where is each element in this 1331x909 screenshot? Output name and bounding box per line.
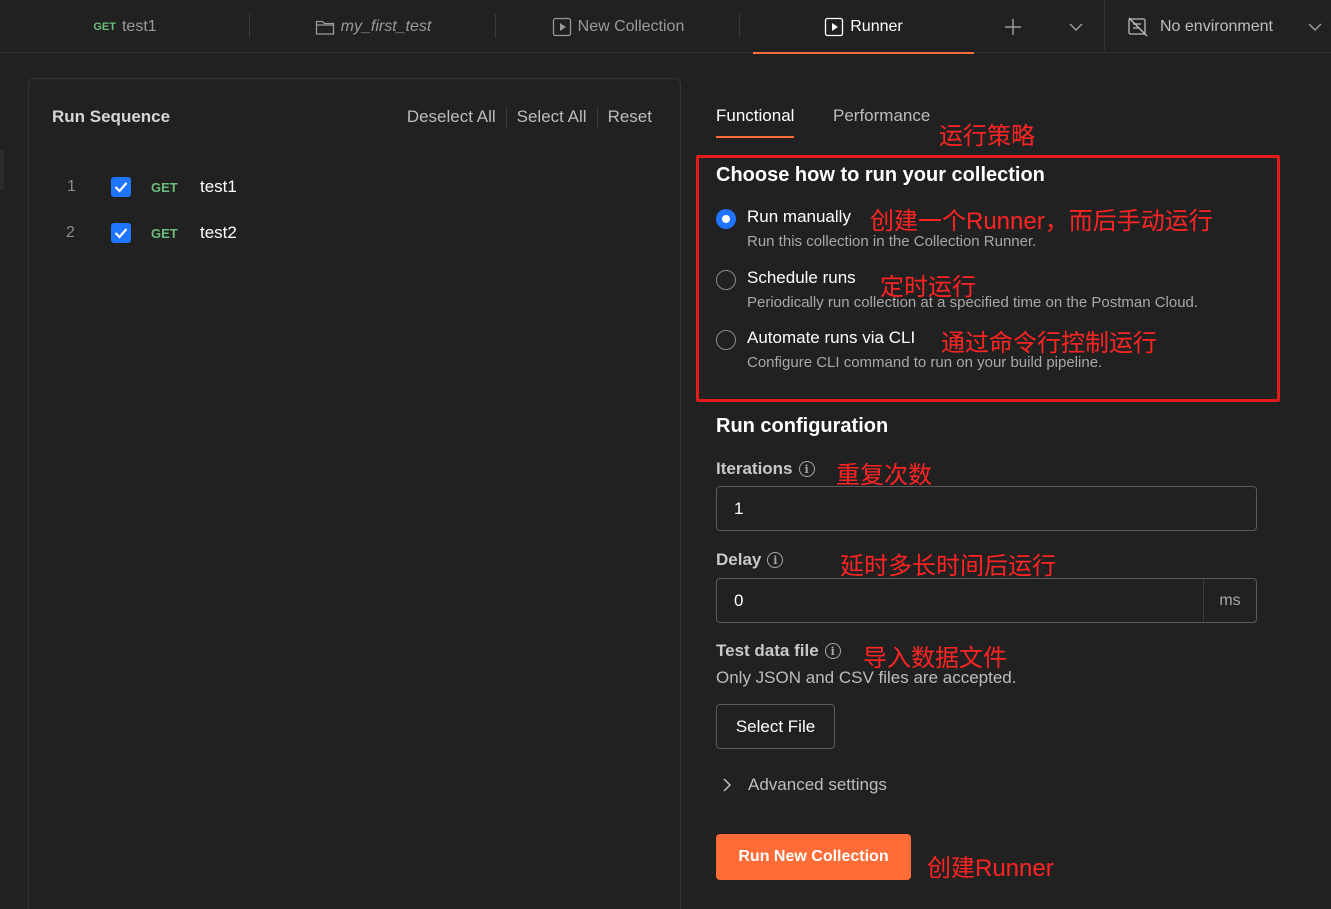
iterations-value: 1 xyxy=(734,498,744,518)
tab-bar: GET test1 my_first_test New Collection R… xyxy=(0,0,1331,54)
check-icon xyxy=(114,228,128,239)
annotation-iterations: 重复次数 xyxy=(836,462,932,489)
tab-label: Runner xyxy=(850,17,903,35)
info-icon[interactable]: i xyxy=(767,552,784,568)
test-data-file-label: Test data file i xyxy=(716,641,841,661)
delay-unit: ms xyxy=(1203,579,1256,622)
option-label: Schedule runs xyxy=(747,268,856,287)
sidebar-edge xyxy=(0,150,4,190)
radio-button[interactable] xyxy=(716,209,736,229)
radio-button[interactable] xyxy=(716,330,736,350)
tab-functional[interactable]: Functional xyxy=(716,106,795,138)
new-tab-button[interactable] xyxy=(997,0,1029,53)
sequence-method: GET xyxy=(151,179,178,195)
tab-performance[interactable]: Performance xyxy=(833,106,930,126)
chevron-down-icon xyxy=(1308,22,1322,32)
sequence-method: GET xyxy=(151,225,178,241)
no-environment-icon xyxy=(1127,16,1149,38)
plus-icon xyxy=(1004,18,1022,36)
sequence-index: 2 xyxy=(66,224,75,241)
info-icon[interactable]: i xyxy=(824,643,841,659)
tab-collection-my-first-test[interactable]: my_first_test xyxy=(250,0,496,53)
delay-label-text: Delay xyxy=(716,550,762,569)
play-icon xyxy=(552,17,572,37)
tab-label: test1 xyxy=(121,17,157,35)
annotation-cli: 通过命令行控制运行 xyxy=(941,330,1157,357)
chevron-right-icon xyxy=(722,778,732,792)
tab-label: New Collection xyxy=(577,17,685,35)
run-configuration-title: Run configuration xyxy=(716,415,889,437)
iterations-label: Iterations i xyxy=(716,459,815,479)
annotation-schedule: 定时运行 xyxy=(880,274,976,301)
tab-new-collection[interactable]: New Collection xyxy=(496,0,740,53)
run-sequence-title: Run Sequence xyxy=(52,107,171,126)
tab-label: my_first_test xyxy=(340,17,432,35)
annotation-create: 创建Runner xyxy=(927,855,1054,882)
annotation-manual: 创建一个Runner，而后手动运行 xyxy=(870,208,1213,235)
sequence-index: 1 xyxy=(67,178,76,195)
folder-icon xyxy=(315,18,335,36)
chevron-down-icon xyxy=(1069,22,1083,32)
tab-request-test1[interactable]: GET test1 xyxy=(0,0,250,53)
environment-selector[interactable]: No environment xyxy=(1104,0,1331,53)
play-icon xyxy=(824,17,844,37)
annotation-delay: 延时多长时间后运行 xyxy=(840,553,1056,580)
run-sequence-actions: Deselect All Select All Reset xyxy=(397,106,652,128)
run-sequence-panel: Run Sequence Deselect All Select All Res… xyxy=(28,78,681,909)
advanced-settings-label: Advanced settings xyxy=(748,775,887,794)
delay-value: 0 xyxy=(734,590,744,610)
run-collection-button[interactable]: Run New Collection xyxy=(716,834,911,880)
option-label: Automate runs via CLI xyxy=(747,328,916,347)
advanced-settings-toggle[interactable]: Advanced settings xyxy=(722,775,887,795)
tab-runner[interactable]: Runner xyxy=(753,0,974,54)
iterations-input[interactable]: 1 xyxy=(716,486,1257,531)
sequence-item[interactable]: 1 GET test1 xyxy=(57,172,657,202)
test-data-hint: Only JSON and CSV files are accepted. xyxy=(716,668,1017,687)
check-icon xyxy=(114,182,128,193)
environment-label: No environment xyxy=(1160,17,1273,35)
tab-method: GET xyxy=(93,20,116,33)
deselect-all-button[interactable]: Deselect All xyxy=(397,107,506,127)
sequence-checkbox[interactable] xyxy=(111,177,131,197)
tab-list-dropdown[interactable] xyxy=(1060,0,1092,53)
reset-button[interactable]: Reset xyxy=(598,107,652,127)
sequence-name: test1 xyxy=(200,177,237,196)
delay-label: Delay i xyxy=(716,550,784,570)
radio-button[interactable] xyxy=(716,270,736,290)
annotation-strategy: 运行策略 xyxy=(939,123,1035,150)
test-data-label-text: Test data file xyxy=(716,641,819,660)
delay-input[interactable]: 0 ms xyxy=(716,578,1257,623)
choose-title: Choose how to run your collection xyxy=(716,164,1045,186)
option-label: Run manually xyxy=(747,207,851,226)
iterations-label-text: Iterations xyxy=(716,459,793,478)
sequence-name: test2 xyxy=(200,223,237,242)
select-file-button[interactable]: Select File xyxy=(716,704,835,749)
info-icon[interactable]: i xyxy=(798,461,815,477)
sequence-item[interactable]: 2 GET test2 xyxy=(57,218,657,248)
select-all-button[interactable]: Select All xyxy=(507,107,597,127)
sequence-checkbox[interactable] xyxy=(111,223,131,243)
